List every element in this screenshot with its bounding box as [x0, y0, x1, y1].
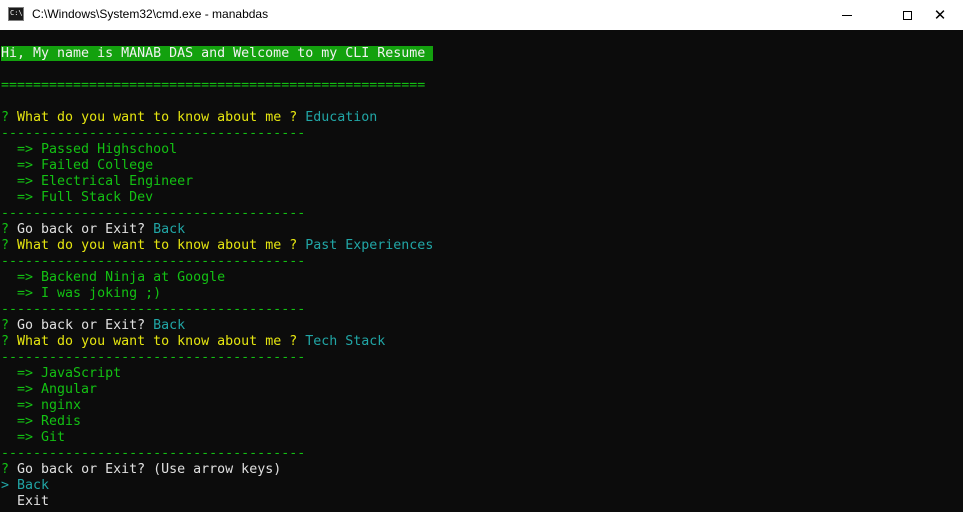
banner-line: Hi, My name is MANAB DAS and Welcome to … — [1, 46, 434, 62]
minimize-icon — [842, 14, 852, 16]
choice-exit[interactable]: Exit — [1, 494, 49, 510]
list-item: => JavaScript — [1, 366, 122, 381]
question-text: What do you want to know about me ? — [9, 334, 298, 349]
prompt-mark: ? — [1, 222, 10, 237]
question-line-1: ? What do you want to know about me ? Ed… — [1, 110, 377, 126]
question-text: What do you want to know about me ? — [9, 238, 298, 253]
go-back-line-2: ? Go back or Exit? Back — [1, 318, 185, 334]
list-item: => Failed College — [1, 158, 154, 173]
prompt-mark: ? — [1, 318, 10, 333]
list-item: => Backend Ninja at Google — [1, 270, 226, 285]
console-output[interactable]: Hi, My name is MANAB DAS and Welcome to … — [0, 30, 963, 512]
go-back-line-3: ? Go back or Exit? (Use arrow keys) — [1, 462, 281, 478]
separator: -------------------------------------- — [1, 350, 306, 365]
choice-label: Exit — [17, 494, 50, 509]
list-item: => Full Stack Dev — [1, 190, 154, 205]
arrow-hint: (Use arrow keys) — [153, 462, 282, 477]
separator: -------------------------------------- — [1, 126, 306, 141]
separator-long: ========================================… — [1, 78, 426, 93]
question-text: What do you want to know about me ? — [9, 110, 298, 125]
question-line-3: ? What do you want to know about me ? Te… — [1, 334, 385, 350]
prompt-mark: ? — [1, 462, 10, 477]
pointer-icon: > — [1, 478, 10, 493]
list-item: => Angular — [1, 382, 98, 397]
separator: -------------------------------------- — [1, 446, 306, 461]
cmd-icon: C:\ — [8, 7, 24, 21]
answer-text: Back — [153, 318, 186, 333]
window-title: C:\Windows\System32\cmd.exe - manabdas — [32, 7, 269, 21]
separator: -------------------------------------- — [1, 206, 306, 221]
list-item: => I was joking ;) — [1, 286, 162, 301]
answer-text: Education — [305, 110, 378, 125]
minimize-button[interactable] — [824, 0, 870, 30]
title-bar[interactable]: C:\ C:\Windows\System32\cmd.exe - manabd… — [0, 0, 963, 30]
list-item: => Redis — [1, 414, 82, 429]
maximize-icon — [902, 10, 912, 20]
list-item: => Passed Highschool — [1, 142, 178, 157]
list-item: => Electrical Engineer — [1, 174, 194, 189]
choice-label: Back — [17, 478, 50, 493]
cmd-window: C:\ C:\Windows\System32\cmd.exe - manabd… — [0, 0, 963, 512]
go-back-text: Go back or Exit? — [9, 318, 146, 333]
separator: -------------------------------------- — [1, 254, 306, 269]
go-back-text: Go back or Exit? — [9, 222, 146, 237]
go-back-text: Go back or Exit? — [9, 462, 146, 477]
go-back-line-1: ? Go back or Exit? Back — [1, 222, 185, 238]
banner: Hi, My name is MANAB DAS and Welcome to … — [1, 46, 434, 61]
answer-text: Past Experiences — [305, 238, 434, 253]
prompt-mark: ? — [1, 334, 10, 349]
choice-back[interactable]: > Back — [1, 478, 49, 494]
question-line-2: ? What do you want to know about me ? Pa… — [1, 238, 433, 254]
list-item: => nginx — [1, 398, 82, 413]
list-item: => Git — [1, 430, 66, 445]
answer-text: Back — [153, 222, 186, 237]
prompt-mark: ? — [1, 238, 10, 253]
close-button[interactable]: ✕ — [917, 0, 963, 30]
answer-text: Tech Stack — [305, 334, 386, 349]
close-icon: ✕ — [933, 5, 947, 24]
separator: -------------------------------------- — [1, 302, 306, 317]
prompt-mark: ? — [1, 110, 10, 125]
